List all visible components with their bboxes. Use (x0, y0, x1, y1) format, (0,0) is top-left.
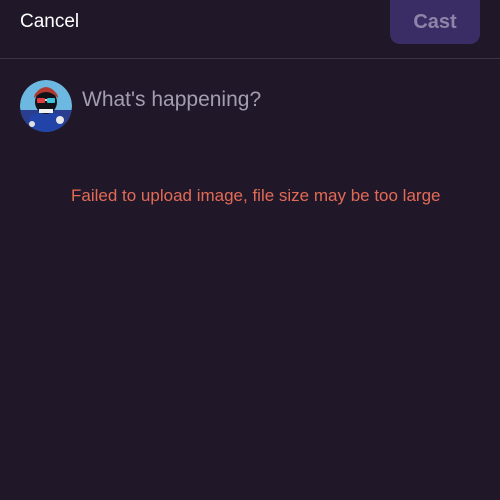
cast-composer: Cancel Cast Failed to up (0, 0, 500, 500)
cancel-button[interactable]: Cancel (20, 9, 79, 35)
cast-button[interactable]: Cast (390, 0, 480, 44)
avatar[interactable] (20, 80, 72, 132)
upload-error-message: Failed to upload image, file size may be… (71, 186, 441, 205)
compose-input[interactable] (82, 85, 472, 115)
composer-header: Cancel Cast (0, 0, 500, 59)
avatar-image (20, 80, 72, 132)
